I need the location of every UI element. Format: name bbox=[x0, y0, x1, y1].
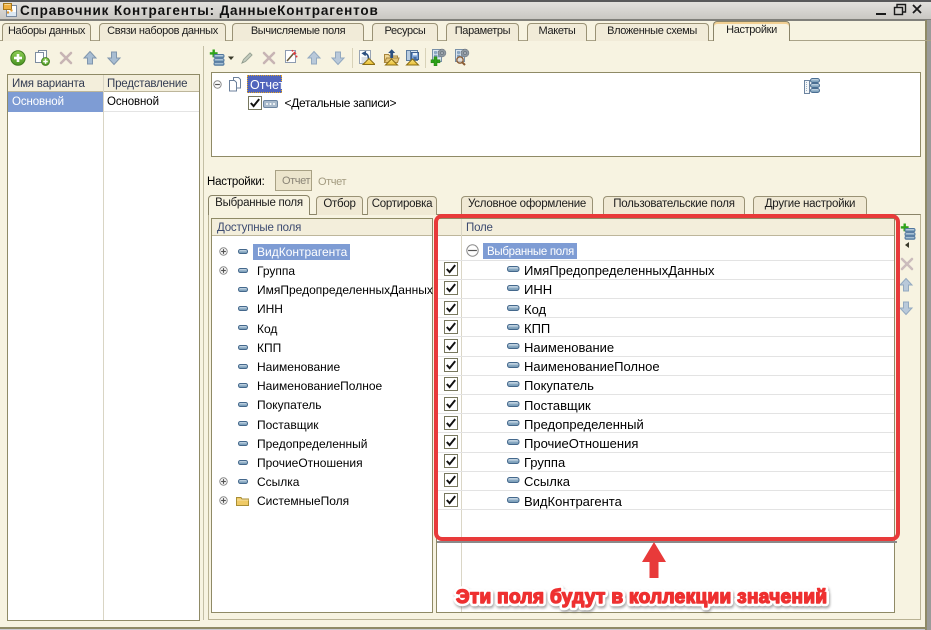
svg-text:Эти поля будут в коллекции зна: Эти поля будут в коллекции значений bbox=[456, 587, 827, 608]
